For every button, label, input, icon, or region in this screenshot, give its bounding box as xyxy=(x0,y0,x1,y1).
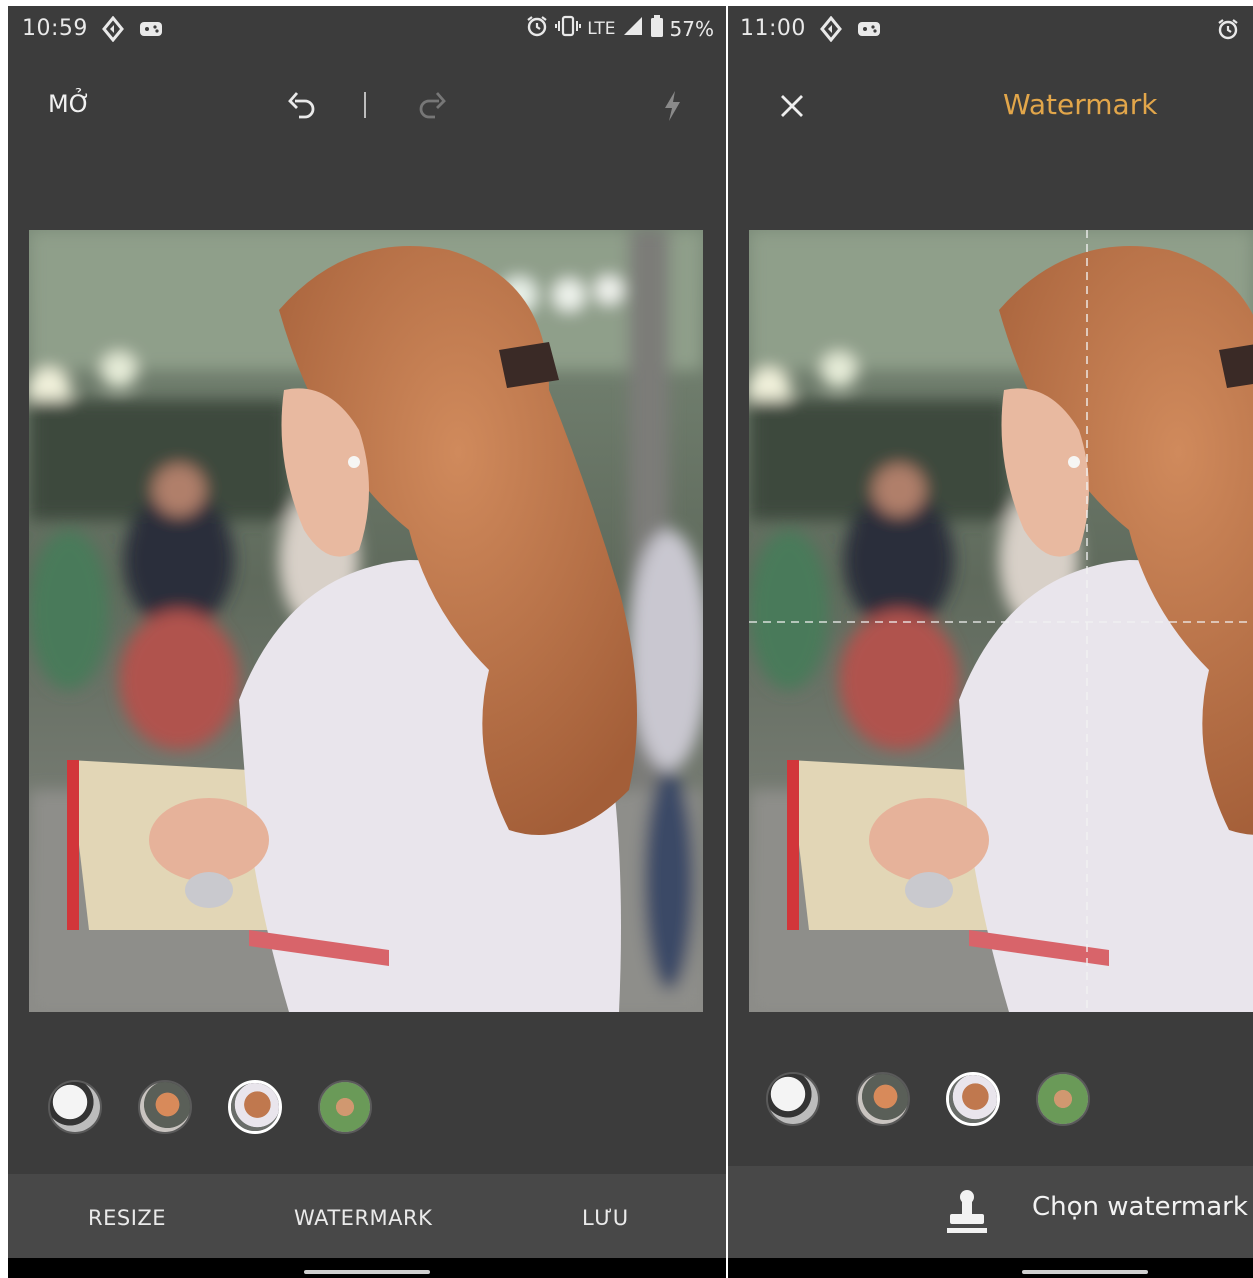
alarm-icon xyxy=(525,14,549,43)
top-toolbar: MỞ xyxy=(8,64,726,144)
stamp-icon[interactable] xyxy=(942,1186,992,1238)
status-time: 10:59 xyxy=(22,16,88,41)
left-screen: 10:59 LTE 57% MỞ RESIZE WATERMARK LƯU xyxy=(8,6,726,1278)
battery-percent: 57% xyxy=(669,16,714,41)
photo-preview[interactable] xyxy=(29,230,703,1012)
flash-icon[interactable] xyxy=(652,84,692,128)
photo-image xyxy=(749,230,1253,1012)
thumbnail-1[interactable] xyxy=(48,1080,102,1134)
home-indicator[interactable] xyxy=(304,1270,430,1274)
thumbnail-2[interactable] xyxy=(138,1080,192,1134)
thumbnail-3[interactable] xyxy=(946,1072,1000,1126)
choose-watermark-button[interactable]: Chọn watermark xyxy=(1032,1192,1248,1222)
tab-watermark[interactable]: WATERMARK xyxy=(294,1206,432,1230)
game-icon xyxy=(138,16,164,42)
close-icon[interactable] xyxy=(772,86,812,126)
redo-icon[interactable] xyxy=(410,84,454,128)
network-label: LTE xyxy=(587,18,616,39)
top-toolbar: Watermark xyxy=(728,64,1253,144)
sync-icon xyxy=(818,16,844,42)
open-button[interactable]: MỞ xyxy=(48,90,91,118)
photo-preview[interactable] xyxy=(749,230,1253,1012)
bottom-tab-bar: RESIZE WATERMARK LƯU xyxy=(8,1174,726,1258)
sync-icon xyxy=(100,16,126,42)
game-icon xyxy=(856,16,882,42)
thumbnail-4[interactable] xyxy=(318,1080,372,1134)
home-indicator[interactable] xyxy=(1022,1270,1148,1274)
alarm-icon xyxy=(1216,16,1240,42)
status-time: 11:00 xyxy=(740,16,806,41)
toolbar-divider xyxy=(360,90,370,120)
screen-title: Watermark xyxy=(1003,88,1158,121)
right-screen: 11:00 Watermark Chọn watermark xyxy=(728,6,1253,1278)
undo-icon[interactable] xyxy=(280,84,324,128)
watermark-action-bar: Chọn watermark xyxy=(728,1166,1253,1258)
thumbnail-1[interactable] xyxy=(766,1072,820,1126)
thumbnail-strip xyxy=(728,1072,1253,1128)
thumbnail-2[interactable] xyxy=(856,1072,910,1126)
thumbnail-strip xyxy=(8,1080,726,1136)
thumbnail-3[interactable] xyxy=(228,1080,282,1134)
tab-save[interactable]: LƯU xyxy=(582,1206,629,1230)
status-bar: 10:59 LTE 57% xyxy=(8,6,726,52)
status-bar: 11:00 xyxy=(728,6,1253,52)
system-nav-bar xyxy=(8,1258,726,1278)
battery-icon xyxy=(650,14,664,43)
photo-image xyxy=(29,230,703,1012)
signal-icon xyxy=(622,15,644,42)
status-icons: LTE 57% xyxy=(525,14,714,43)
system-nav-bar xyxy=(728,1258,1253,1278)
tab-resize[interactable]: RESIZE xyxy=(88,1206,166,1230)
vibrate-icon xyxy=(555,15,582,42)
thumbnail-4[interactable] xyxy=(1036,1072,1090,1126)
